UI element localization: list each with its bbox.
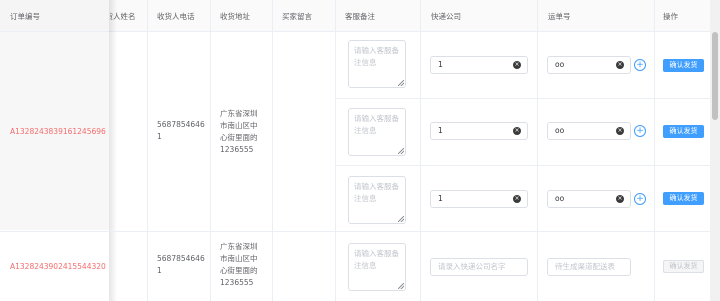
resize-handle-icon[interactable] [398, 80, 404, 86]
address-line: 心街里面的 [220, 133, 258, 142]
confirm-ship-button[interactable]: 确认发货 [663, 59, 704, 72]
courier-value: 1 [438, 126, 443, 135]
col-divider [537, 0, 538, 301]
col-header-receiver-phone: 收货人电话 [157, 12, 195, 21]
courier-input[interactable]: 1 × [430, 56, 528, 74]
textarea-placeholder: 请输入客服备 [354, 249, 399, 258]
plus-circle-icon[interactable]: + [634, 125, 646, 137]
receiver-address: 广东省深圳 市南山区中 心街里面的 1236555 [220, 108, 258, 156]
scrollbar-thumb[interactable] [712, 32, 718, 120]
courier-placeholder: 请录入快递公司名字 [438, 262, 506, 271]
service-note-textarea[interactable]: 请输入客服备 注信息 [348, 176, 406, 224]
order-no[interactable]: A1328243839161245696 [10, 127, 106, 137]
tracking-input[interactable]: 待生成渠道配送表 [547, 258, 631, 276]
courier-value: 1 [438, 60, 443, 69]
receiver-phone: 5687854646 1 [157, 119, 205, 143]
col-header-receiver-address: 收货地址 [220, 12, 250, 21]
plus-circle-icon[interactable]: + [634, 59, 646, 71]
col-divider [420, 0, 421, 301]
address-line: 1236555 [220, 278, 254, 287]
service-note-textarea[interactable]: 请输入客服备 注信息 [348, 243, 406, 291]
resize-handle-icon[interactable] [398, 216, 404, 222]
address-line: 广东省深圳 [220, 242, 258, 251]
col-header-buyer-message: 买家留言 [282, 12, 312, 21]
courier-input[interactable]: 1 × [430, 190, 528, 208]
receiver-address: 广东省深圳 市南山区中 心街里面的 1236555 [220, 241, 258, 289]
textarea-placeholder: 请输入客服备 [354, 114, 399, 123]
col-divider [335, 0, 336, 301]
resize-handle-icon[interactable] [398, 283, 404, 289]
address-line: 心街里面的 [220, 266, 258, 275]
sub-row-divider [336, 165, 710, 166]
confirm-ship-button[interactable]: 确认发货 [663, 192, 704, 205]
receiver-phone-line: 1 [157, 266, 162, 275]
textarea-placeholder: 注信息 [354, 194, 377, 203]
address-line: 市南山区中 [220, 254, 258, 263]
textarea-placeholder: 请输入客服备 [354, 46, 399, 55]
confirm-ship-button[interactable]: 确认发货 [663, 125, 704, 138]
courier-input[interactable]: 请录入快递公司名字 [430, 258, 528, 276]
tracking-input[interactable]: oo × [547, 122, 631, 140]
textarea-placeholder: 注信息 [354, 58, 377, 67]
tracking-input[interactable]: oo × [547, 190, 631, 208]
textarea-placeholder: 注信息 [354, 261, 377, 270]
close-circle-icon[interactable]: × [513, 195, 521, 203]
address-line: 市南山区中 [220, 121, 258, 130]
resize-handle-icon[interactable] [398, 148, 404, 154]
address-line: 1236555 [220, 145, 254, 154]
courier-value: 1 [438, 194, 443, 203]
col-header-courier: 快递公司 [431, 12, 461, 21]
plus-circle-icon[interactable]: + [634, 193, 646, 205]
receiver-phone-line: 5687854646 [157, 254, 205, 263]
textarea-placeholder: 注信息 [354, 126, 377, 135]
close-circle-icon[interactable]: × [616, 195, 624, 203]
col-divider [654, 0, 655, 301]
tracking-placeholder: 待生成渠道配送表 [555, 262, 615, 271]
service-note-textarea[interactable]: 请输入客服备 注信息 [348, 108, 406, 156]
col-header-order-no: 订单编号 [10, 12, 40, 21]
close-circle-icon[interactable]: × [616, 127, 624, 135]
close-circle-icon[interactable]: × [513, 61, 521, 69]
receiver-phone: 5687854646 1 [157, 253, 205, 277]
close-circle-icon[interactable]: × [513, 127, 521, 135]
close-circle-icon[interactable]: × [616, 61, 624, 69]
tracking-value: oo [555, 126, 565, 135]
confirm-ship-button[interactable]: 确认发货 [663, 260, 704, 273]
receiver-phone-line: 1 [157, 132, 162, 141]
row-divider [0, 231, 710, 232]
col-divider [147, 0, 148, 301]
service-note-textarea[interactable]: 请输入客服备 注信息 [348, 40, 406, 88]
textarea-placeholder: 请输入客服备 [354, 182, 399, 191]
receiver-phone-line: 5687854646 [157, 120, 205, 129]
col-header-action: 操作 [663, 12, 678, 21]
col-header-tracking-no: 运单号 [548, 12, 571, 21]
tracking-input[interactable]: oo × [547, 56, 631, 74]
tracking-value: oo [555, 60, 565, 69]
address-line: 广东省深圳 [220, 109, 258, 118]
col-header-service-note: 客服备注 [345, 12, 375, 21]
courier-input[interactable]: 1 × [430, 122, 528, 140]
col-divider [272, 0, 273, 301]
col-divider [210, 0, 211, 301]
tracking-value: oo [555, 194, 565, 203]
fixed-column-shadow [109, 0, 117, 301]
sub-row-divider [336, 98, 710, 99]
order-no[interactable]: A1328243902415544320 [10, 262, 106, 272]
